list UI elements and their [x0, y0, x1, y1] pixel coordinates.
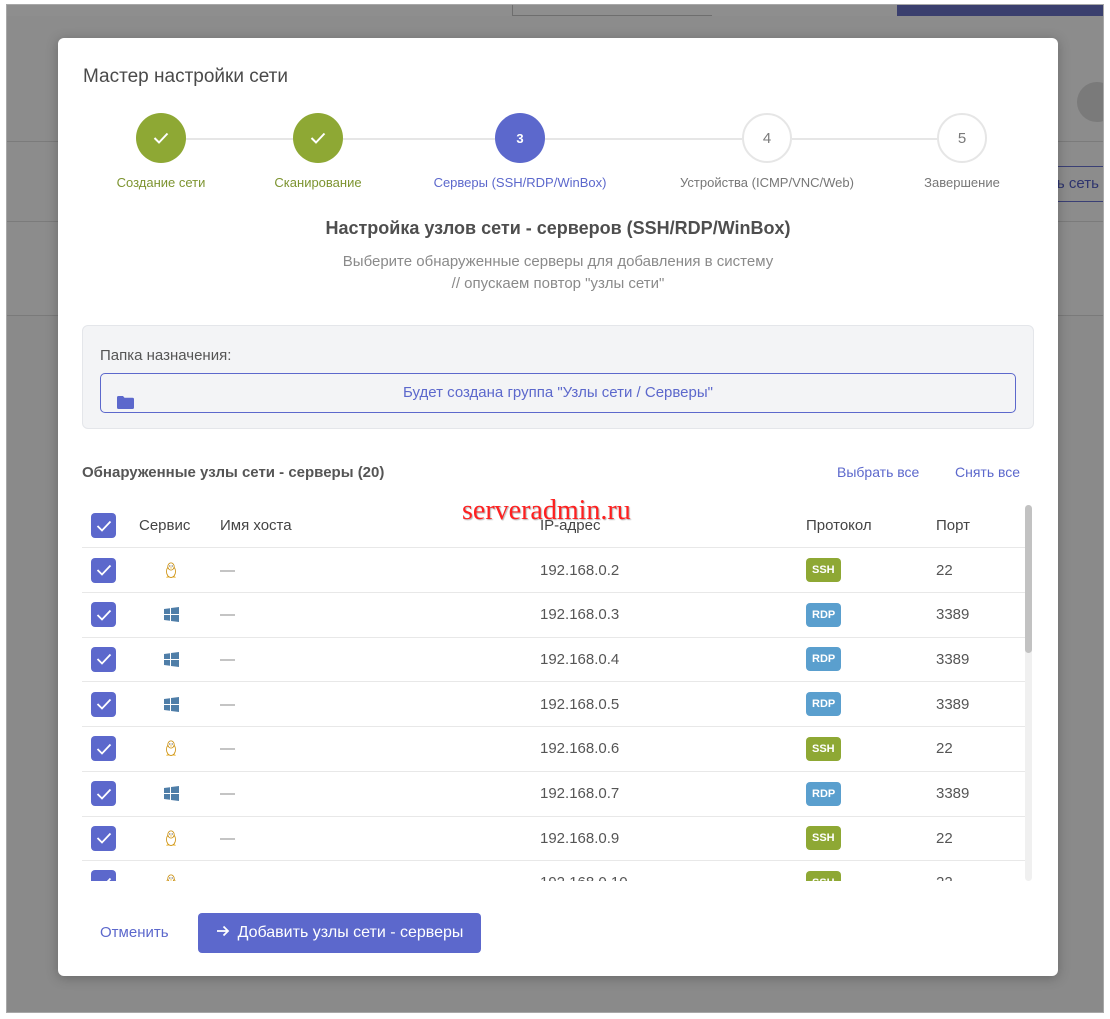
add-servers-button[interactable]: Добавить узлы сети - серверы — [198, 913, 481, 953]
table-row[interactable]: — 192.168.0.5 RDP 3389 — [82, 682, 1028, 728]
select-all-button[interactable]: Выбрать все — [837, 464, 919, 480]
arrow-right-icon — [216, 924, 230, 942]
ip-cell: 192.168.0.5 — [540, 695, 620, 713]
row-checkbox[interactable] — [91, 736, 116, 762]
port-cell: 22 — [936, 861, 953, 881]
port-cell: 22 — [936, 740, 953, 758]
protocol-badge: RDP — [806, 602, 842, 627]
check-icon — [293, 113, 343, 163]
folder-value: Будет создана группа "Узлы сети / Сервер… — [403, 384, 713, 401]
step-number: 4 — [742, 113, 792, 163]
add-servers-label: Добавить узлы сети - серверы — [237, 924, 464, 941]
column-hostname[interactable]: Имя хоста — [220, 504, 292, 547]
protocol-badge: RDP — [806, 647, 842, 672]
deselect-all-button[interactable]: Снять все — [955, 464, 1020, 480]
port-cell: 3389 — [936, 650, 970, 668]
wizard-stepper: Создание сети Сканирование 3 Серверы (SS… — [58, 110, 1058, 200]
folder-select[interactable]: Будет создана группа "Узлы сети / Сервер… — [100, 373, 1016, 413]
folder-label: Папка назначения: — [100, 347, 232, 364]
table-row[interactable]: — 192.168.0.10 SSH 22 — [82, 861, 1028, 881]
step-label: Завершение — [924, 175, 1000, 190]
windows-icon — [164, 682, 179, 726]
table-row[interactable]: — 192.168.0.3 RDP 3389 — [82, 593, 1028, 638]
step-label: Устройства (ICMP/VNC/Web) — [680, 175, 854, 190]
column-service[interactable]: Сервис — [139, 504, 190, 547]
scrollbar-thumb[interactable] — [1025, 505, 1032, 653]
port-cell: 22 — [936, 561, 953, 579]
ip-cell: 192.168.0.10 — [540, 861, 628, 881]
servers-table: Сервис Имя хоста IP-адрес Протокол Порт … — [82, 504, 1034, 881]
ip-cell: 192.168.0.7 — [540, 785, 620, 802]
port-cell: 3389 — [936, 695, 970, 713]
row-checkbox[interactable] — [91, 602, 116, 628]
table-row[interactable]: — 192.168.0.9 SSH 22 — [82, 816, 1028, 862]
hostname-cell: — — [220, 861, 235, 881]
hostname-cell: — — [220, 740, 235, 758]
protocol-badge: SSH — [806, 736, 841, 761]
hostname-cell: — — [220, 561, 235, 579]
step-devices[interactable]: 4 Устройства (ICMP/VNC/Web) — [667, 110, 867, 190]
step-scanning[interactable]: Сканирование — [218, 110, 418, 190]
step-number: 5 — [937, 113, 987, 163]
row-checkbox[interactable] — [91, 691, 116, 717]
modal-title: Мастер настройки сети — [83, 66, 288, 87]
linux-icon — [164, 861, 178, 881]
destination-folder-panel: Папка назначения: Будет создана группа "… — [82, 325, 1034, 429]
step-servers[interactable]: 3 Серверы (SSH/RDP/WinBox) — [420, 110, 620, 190]
step-label: Серверы (SSH/RDP/WinBox) — [433, 175, 607, 190]
row-checkbox[interactable] — [91, 825, 116, 851]
row-checkbox[interactable] — [91, 781, 116, 806]
ip-cell: 192.168.0.9 — [540, 829, 620, 847]
subtitle-line: // опускаем повтор "узлы сети" — [451, 275, 665, 292]
ip-cell: 192.168.0.4 — [540, 650, 620, 668]
protocol-badge: SSH — [806, 558, 841, 582]
hostname-cell: — — [220, 650, 235, 668]
port-cell: 3389 — [936, 785, 970, 802]
watermark: serveradmin.ru — [462, 495, 631, 526]
table-row[interactable]: — 192.168.0.6 SSH 22 — [82, 727, 1028, 772]
section-subtitle: Выберите обнаруженные серверы для добавл… — [58, 251, 1058, 295]
protocol-badge: RDP — [806, 692, 842, 717]
step-number: 3 — [495, 113, 545, 163]
row-checkbox[interactable] — [91, 646, 116, 672]
linux-icon — [164, 548, 178, 592]
row-checkbox[interactable] — [91, 870, 116, 881]
folder-icon — [117, 386, 134, 409]
table-scrollbar[interactable] — [1025, 505, 1032, 881]
ip-cell: 192.168.0.3 — [540, 606, 620, 624]
subtitle-line: Выберите обнаруженные серверы для добавл… — [342, 253, 774, 270]
background-avatar — [1077, 82, 1103, 122]
protocol-badge: RDP — [806, 781, 842, 806]
step-finish[interactable]: 5 Завершение — [862, 110, 1062, 190]
table-row[interactable]: — 192.168.0.4 RDP 3389 — [82, 637, 1028, 683]
hostname-cell: — — [220, 829, 235, 847]
ip-cell: 192.168.0.2 — [540, 561, 620, 579]
port-cell: 3389 — [936, 606, 970, 624]
section-title: Настройка узлов сети - серверов (SSH/RDP… — [325, 218, 791, 238]
hostname-cell: — — [220, 785, 235, 802]
protocol-badge: SSH — [806, 826, 841, 851]
protocol-badge: SSH — [806, 870, 841, 881]
select-all-checkbox[interactable] — [91, 513, 116, 538]
linux-icon — [164, 816, 178, 860]
servers-list-title: Обнаруженные узлы сети - серверы (20) — [82, 464, 385, 481]
port-cell: 22 — [936, 829, 953, 847]
linux-icon — [164, 727, 178, 771]
windows-icon — [164, 593, 179, 637]
hostname-cell: — — [220, 695, 235, 713]
table-row[interactable]: — 192.168.0.2 SSH 22 — [82, 548, 1028, 593]
ip-cell: 192.168.0.6 — [540, 740, 620, 758]
column-protocol[interactable]: Протокол — [806, 504, 872, 547]
row-checkbox[interactable] — [91, 557, 116, 583]
windows-icon — [164, 637, 179, 681]
check-icon — [136, 113, 186, 163]
cancel-button[interactable]: Отменить — [100, 924, 169, 941]
windows-icon — [164, 772, 179, 816]
step-label: Сканирование — [274, 175, 362, 190]
hostname-cell: — — [220, 606, 235, 624]
column-port[interactable]: Порт — [936, 504, 970, 547]
background-topbar — [7, 5, 1103, 16]
table-row[interactable]: — 192.168.0.7 RDP 3389 — [82, 772, 1028, 817]
